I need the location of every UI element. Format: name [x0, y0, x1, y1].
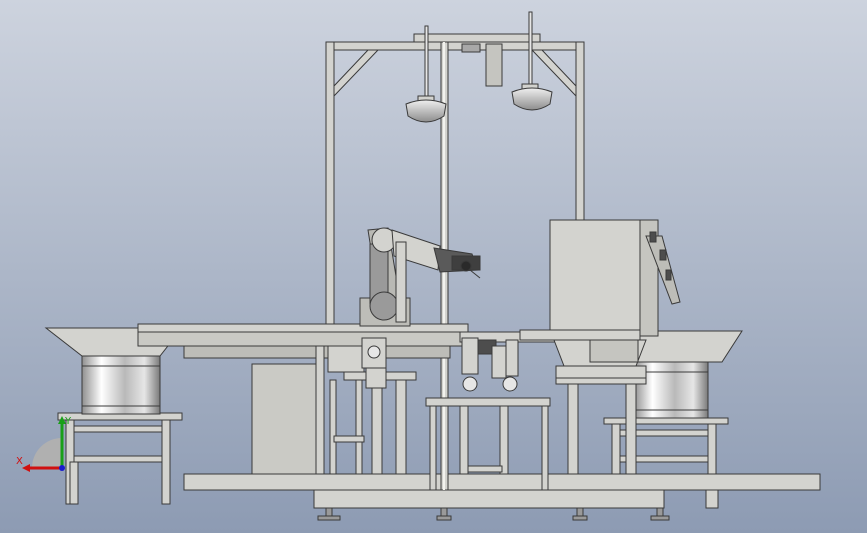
- z-axis-dot: [59, 465, 65, 471]
- x-axis-label: X: [16, 456, 23, 467]
- cad-viewport[interactable]: X Y: [0, 0, 867, 533]
- y-axis-label: Y: [64, 416, 72, 427]
- coordinate-triad: X Y: [16, 416, 72, 472]
- assembly-drawing[interactable]: [0, 0, 867, 533]
